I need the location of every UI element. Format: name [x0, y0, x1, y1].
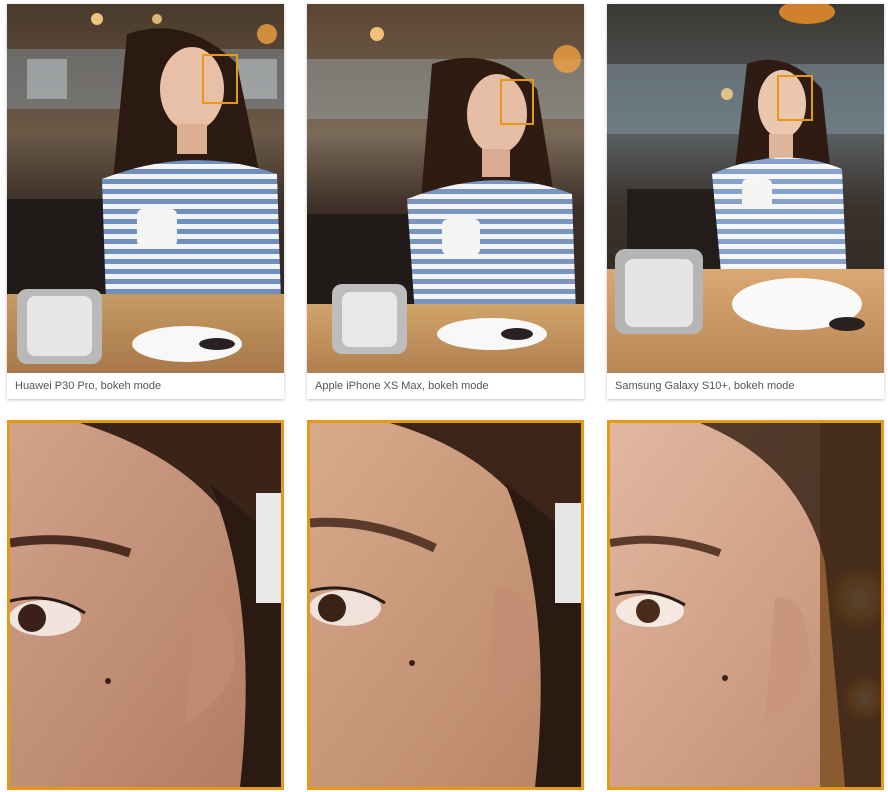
- crop-indicator-box: [202, 54, 238, 104]
- full-photo-iphone: [307, 4, 584, 373]
- photo-card-iphone: Apple iPhone XS Max, bokeh mode: [307, 4, 584, 399]
- full-photo-samsung: [607, 4, 884, 373]
- full-photo-huawei: [7, 4, 284, 373]
- zoom-crop-samsung: [607, 420, 884, 790]
- zoom-crop-iphone: [307, 420, 584, 790]
- crop-indicator-box: [777, 75, 813, 121]
- photo-caption: Huawei P30 Pro, bokeh mode: [15, 380, 162, 392]
- photo-caption: Samsung Galaxy S10+, bokeh mode: [615, 380, 795, 392]
- crop-indicator-box: [500, 79, 534, 125]
- photo-card-huawei: Huawei P30 Pro, bokeh mode: [7, 4, 284, 399]
- zoom-crop-huawei: [7, 420, 284, 790]
- photo-caption: Apple iPhone XS Max, bokeh mode: [315, 380, 489, 392]
- photo-card-samsung: Samsung Galaxy S10+, bokeh mode: [607, 4, 884, 399]
